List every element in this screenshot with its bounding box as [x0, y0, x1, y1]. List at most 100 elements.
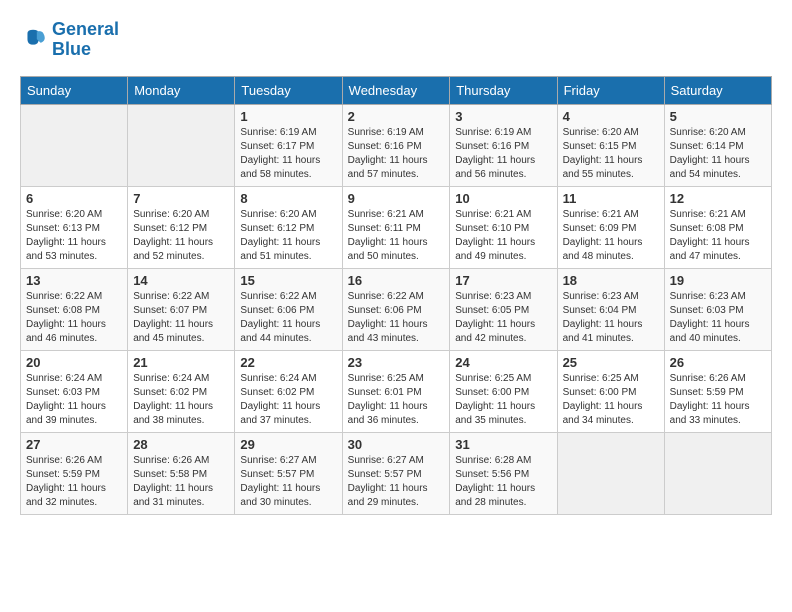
- day-number: 10: [455, 191, 551, 206]
- calendar-cell: 31 Sunrise: 6:28 AM Sunset: 5:56 PM Dayli…: [450, 432, 557, 514]
- calendar-cell: 14 Sunrise: 6:22 AM Sunset: 6:07 PM Dayli…: [128, 268, 235, 350]
- calendar-cell: 11Sunrise: 6:21 AM Sunset: 6:09 PM Dayli…: [557, 186, 664, 268]
- day-info: Sunrise: 6:23 AM Sunset: 6:04 PM Dayligh…: [563, 290, 659, 346]
- calendar-cell: 13 Sunrise: 6:22 AM Sunset: 6:08 PM Dayli…: [21, 268, 128, 350]
- calendar-cell: 21 Sunrise: 6:24 AM Sunset: 6:02 PM Dayli…: [128, 350, 235, 432]
- calendar-table: SundayMondayTuesdayWednesdayThursdayFrid…: [20, 76, 772, 515]
- calendar-cell: 24Sunrise: 6:25 AM Sunset: 6:00 PM Dayli…: [450, 350, 557, 432]
- calendar-cell: 23 Sunrise: 6:25 AM Sunset: 6:01 PM Dayli…: [342, 350, 450, 432]
- day-number: 26: [670, 355, 766, 370]
- logo-icon: [20, 26, 48, 54]
- day-info: Sunrise: 6:21 AM Sunset: 6:08 PM Dayligh…: [670, 208, 766, 264]
- day-number: 6: [26, 191, 122, 206]
- calendar-week-2: 6 Sunrise: 6:20 AM Sunset: 6:13 PM Daylig…: [21, 186, 772, 268]
- day-number: 7: [133, 191, 229, 206]
- day-info: Sunrise: 6:19 AM Sunset: 6:16 PM Dayligh…: [455, 126, 551, 182]
- day-info: Sunrise: 6:28 AM Sunset: 5:56 PM Dayligh…: [455, 454, 551, 510]
- calendar-cell: 17Sunrise: 6:23 AM Sunset: 6:05 PM Dayli…: [450, 268, 557, 350]
- day-number: 22: [240, 355, 336, 370]
- day-info: Sunrise: 6:20 AM Sunset: 6:14 PM Dayligh…: [670, 126, 766, 182]
- calendar-cell: 7Sunrise: 6:20 AM Sunset: 6:12 PM Daylig…: [128, 186, 235, 268]
- calendar-cell: 28 Sunrise: 6:26 AM Sunset: 5:58 PM Dayli…: [128, 432, 235, 514]
- calendar-header-monday: Monday: [128, 76, 235, 104]
- calendar-cell: 29 Sunrise: 6:27 AM Sunset: 5:57 PM Dayli…: [235, 432, 342, 514]
- calendar-header-wednesday: Wednesday: [342, 76, 450, 104]
- day-info: Sunrise: 6:20 AM Sunset: 6:13 PM Dayligh…: [26, 208, 122, 264]
- calendar-cell: 18Sunrise: 6:23 AM Sunset: 6:04 PM Dayli…: [557, 268, 664, 350]
- day-info: Sunrise: 6:25 AM Sunset: 6:00 PM Dayligh…: [563, 372, 659, 428]
- day-info: Sunrise: 6:27 AM Sunset: 5:57 PM Dayligh…: [240, 454, 336, 510]
- day-number: 20: [26, 355, 122, 370]
- day-info: Sunrise: 6:26 AM Sunset: 5:59 PM Dayligh…: [670, 372, 766, 428]
- day-info: Sunrise: 6:22 AM Sunset: 6:08 PM Dayligh…: [26, 290, 122, 346]
- calendar-cell: 30 Sunrise: 6:27 AM Sunset: 5:57 PM Dayli…: [342, 432, 450, 514]
- calendar-week-4: 20 Sunrise: 6:24 AM Sunset: 6:03 PM Dayli…: [21, 350, 772, 432]
- logo-text: General Blue: [52, 20, 119, 60]
- calendar-header-tuesday: Tuesday: [235, 76, 342, 104]
- calendar-cell: [664, 432, 771, 514]
- day-info: Sunrise: 6:19 AM Sunset: 6:16 PM Dayligh…: [348, 126, 445, 182]
- day-info: Sunrise: 6:27 AM Sunset: 5:57 PM Dayligh…: [348, 454, 445, 510]
- day-number: 24: [455, 355, 551, 370]
- calendar-week-3: 13 Sunrise: 6:22 AM Sunset: 6:08 PM Dayli…: [21, 268, 772, 350]
- calendar-cell: 5 Sunrise: 6:20 AM Sunset: 6:14 PM Daylig…: [664, 104, 771, 186]
- calendar-body: 1 Sunrise: 6:19 AM Sunset: 6:17 PM Daylig…: [21, 104, 772, 514]
- day-number: 27: [26, 437, 122, 452]
- calendar-cell: 10 Sunrise: 6:21 AM Sunset: 6:10 PM Dayli…: [450, 186, 557, 268]
- day-number: 30: [348, 437, 445, 452]
- calendar-week-5: 27 Sunrise: 6:26 AM Sunset: 5:59 PM Dayli…: [21, 432, 772, 514]
- day-number: 21: [133, 355, 229, 370]
- day-number: 29: [240, 437, 336, 452]
- calendar-cell: 20 Sunrise: 6:24 AM Sunset: 6:03 PM Dayli…: [21, 350, 128, 432]
- day-number: 28: [133, 437, 229, 452]
- day-number: 14: [133, 273, 229, 288]
- day-info: Sunrise: 6:21 AM Sunset: 6:10 PM Dayligh…: [455, 208, 551, 264]
- calendar-cell: 27 Sunrise: 6:26 AM Sunset: 5:59 PM Dayli…: [21, 432, 128, 514]
- day-number: 8: [240, 191, 336, 206]
- calendar-cell: 16Sunrise: 6:22 AM Sunset: 6:06 PM Dayli…: [342, 268, 450, 350]
- day-info: Sunrise: 6:22 AM Sunset: 6:06 PM Dayligh…: [240, 290, 336, 346]
- calendar-cell: [128, 104, 235, 186]
- day-number: 23: [348, 355, 445, 370]
- day-number: 1: [240, 109, 336, 124]
- day-info: Sunrise: 6:26 AM Sunset: 5:58 PM Dayligh…: [133, 454, 229, 510]
- calendar-cell: 8 Sunrise: 6:20 AM Sunset: 6:12 PM Daylig…: [235, 186, 342, 268]
- day-number: 17: [455, 273, 551, 288]
- calendar-cell: [557, 432, 664, 514]
- day-info: Sunrise: 6:24 AM Sunset: 6:03 PM Dayligh…: [26, 372, 122, 428]
- calendar-cell: 25 Sunrise: 6:25 AM Sunset: 6:00 PM Dayli…: [557, 350, 664, 432]
- calendar-week-1: 1 Sunrise: 6:19 AM Sunset: 6:17 PM Daylig…: [21, 104, 772, 186]
- calendar-cell: 4Sunrise: 6:20 AM Sunset: 6:15 PM Daylig…: [557, 104, 664, 186]
- calendar-cell: 22 Sunrise: 6:24 AM Sunset: 6:02 PM Dayli…: [235, 350, 342, 432]
- calendar-cell: 26 Sunrise: 6:26 AM Sunset: 5:59 PM Dayli…: [664, 350, 771, 432]
- day-info: Sunrise: 6:19 AM Sunset: 6:17 PM Dayligh…: [240, 126, 336, 182]
- calendar-cell: 15 Sunrise: 6:22 AM Sunset: 6:06 PM Dayli…: [235, 268, 342, 350]
- day-number: 31: [455, 437, 551, 452]
- day-info: Sunrise: 6:22 AM Sunset: 6:06 PM Dayligh…: [348, 290, 445, 346]
- page-header: General Blue: [20, 20, 772, 60]
- calendar-cell: 3 Sunrise: 6:19 AM Sunset: 6:16 PM Daylig…: [450, 104, 557, 186]
- calendar-cell: 6 Sunrise: 6:20 AM Sunset: 6:13 PM Daylig…: [21, 186, 128, 268]
- day-number: 5: [670, 109, 766, 124]
- day-info: Sunrise: 6:22 AM Sunset: 6:07 PM Dayligh…: [133, 290, 229, 346]
- day-info: Sunrise: 6:23 AM Sunset: 6:03 PM Dayligh…: [670, 290, 766, 346]
- day-number: 9: [348, 191, 445, 206]
- calendar-cell: 2Sunrise: 6:19 AM Sunset: 6:16 PM Daylig…: [342, 104, 450, 186]
- day-info: Sunrise: 6:26 AM Sunset: 5:59 PM Dayligh…: [26, 454, 122, 510]
- calendar-cell: 1 Sunrise: 6:19 AM Sunset: 6:17 PM Daylig…: [235, 104, 342, 186]
- calendar-header-thursday: Thursday: [450, 76, 557, 104]
- calendar-cell: 19Sunrise: 6:23 AM Sunset: 6:03 PM Dayli…: [664, 268, 771, 350]
- day-number: 3: [455, 109, 551, 124]
- day-number: 15: [240, 273, 336, 288]
- day-info: Sunrise: 6:24 AM Sunset: 6:02 PM Dayligh…: [240, 372, 336, 428]
- calendar-cell: [21, 104, 128, 186]
- day-info: Sunrise: 6:24 AM Sunset: 6:02 PM Dayligh…: [133, 372, 229, 428]
- day-info: Sunrise: 6:25 AM Sunset: 6:01 PM Dayligh…: [348, 372, 445, 428]
- day-number: 13: [26, 273, 122, 288]
- calendar-cell: 12Sunrise: 6:21 AM Sunset: 6:08 PM Dayli…: [664, 186, 771, 268]
- day-number: 25: [563, 355, 659, 370]
- day-info: Sunrise: 6:20 AM Sunset: 6:12 PM Dayligh…: [240, 208, 336, 264]
- calendar-header-sunday: Sunday: [21, 76, 128, 104]
- calendar-header-saturday: Saturday: [664, 76, 771, 104]
- day-info: Sunrise: 6:21 AM Sunset: 6:09 PM Dayligh…: [563, 208, 659, 264]
